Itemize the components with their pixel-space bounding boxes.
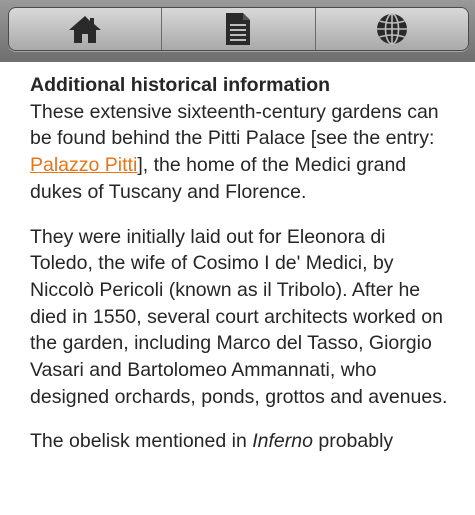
- paragraph-3: The obelisk mentioned in Inferno probabl…: [30, 428, 450, 455]
- top-toolbar: [0, 0, 475, 62]
- section-heading: Additional historical information: [30, 74, 331, 96]
- paragraph-1: These extensive sixteenth-century garden…: [30, 99, 450, 206]
- paragraph-3-text-before: The obelisk mentioned in: [30, 430, 253, 453]
- document-icon: [224, 12, 252, 46]
- paragraph-2: They were initially laid out for Eleonor…: [30, 225, 448, 408]
- globe-button[interactable]: [315, 8, 468, 50]
- document-button[interactable]: [162, 8, 316, 50]
- home-icon: [66, 13, 104, 45]
- article-content: Additional historical information These …: [30, 72, 450, 473]
- paragraph-1-text-before: These extensive sixteenth-century garden…: [30, 100, 439, 150]
- palazzo-pitti-link[interactable]: Palazzo Pitti: [30, 154, 137, 176]
- navigation-segmented-control: [8, 7, 469, 51]
- paragraph-3-text-after: probably: [312, 430, 394, 453]
- home-button[interactable]: [9, 8, 163, 50]
- globe-icon: [374, 11, 410, 47]
- inferno-title: Inferno: [252, 430, 313, 453]
